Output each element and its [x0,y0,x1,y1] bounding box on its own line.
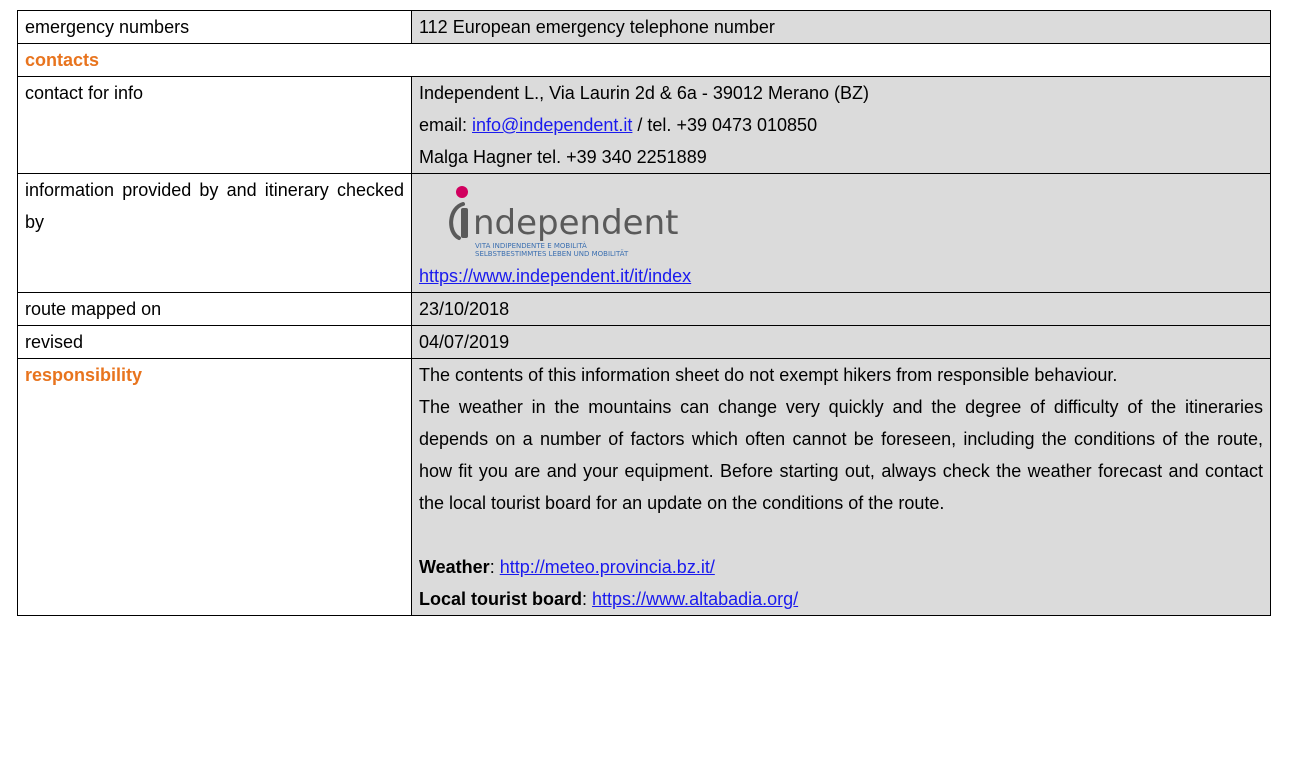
contacts-section-heading: contacts [17,43,1271,77]
contact-info-label: contact for info [17,76,412,174]
responsibility-para-1: The contents of this information sheet d… [419,365,1118,385]
table-row: contacts [17,43,1271,77]
contact-email-line: email: info@independent.it / tel. +39 04… [419,109,1263,141]
table-row: revised 04/07/2019 [17,325,1271,359]
tourist-board-link[interactable]: https://www.altabadia.org/ [592,589,798,609]
contact-address: Independent L., Via Laurin 2d & 6a - 390… [419,83,869,103]
emergency-value: 112 European emergency telephone number [411,10,1271,44]
responsibility-value: The contents of this information sheet d… [411,358,1271,616]
tourist-board-line: Local tourist board: https://www.altabad… [419,583,1263,615]
email-prefix: email: [419,115,473,135]
logo-wordmark: ndependent [473,203,678,243]
table-row: emergency numbers 112 European emergency… [17,10,1271,44]
route-mapped-value: 23/10/2018 [411,292,1271,326]
responsibility-heading: responsibility [17,358,412,616]
emergency-label: emergency numbers [17,10,412,44]
independent-website-link[interactable]: https://www.independent.it/it/index [419,260,1263,292]
weather-label: Weather [419,557,490,577]
contact-malga: Malga Hagner tel. +39 340 2251889 [419,147,707,167]
weather-line: Weather: http://meteo.provincia.bz.it/ [419,551,1263,583]
table-row: contact for info Independent L., Via Lau… [17,76,1271,174]
revised-label: revised [17,325,412,359]
tourist-board-sep: : [582,589,593,609]
table-row: route mapped on 23/10/2018 [17,292,1271,326]
independent-logo: ndependent VITA INDIPENDENTE E MOBILITÀ … [419,175,1263,261]
contact-info-value: Independent L., Via Laurin 2d & 6a - 390… [411,76,1271,174]
email-link[interactable]: info@independent.it [472,115,632,135]
tourist-board-label: Local tourist board [419,589,583,609]
logo-subtitle-de: SELBSTBESTIMMTES LEBEN UND MOBILITÄT [475,249,629,258]
provided-by-label: information provided by and itinerary ch… [17,173,412,293]
contact-tel: / tel. +39 0473 010850 [632,115,818,135]
info-table: emergency numbers 112 European emergency… [17,10,1271,616]
responsibility-para-2: The weather in the mountains can change … [419,397,1263,513]
route-mapped-label: route mapped on [17,292,412,326]
revised-value: 04/07/2019 [411,325,1271,359]
weather-sep: : [489,557,500,577]
provided-by-value: ndependent VITA INDIPENDENTE E MOBILITÀ … [411,173,1271,293]
logo-subtitle-it: VITA INDIPENDENTE E MOBILITÀ [475,241,587,250]
table-row: responsibility The contents of this info… [17,358,1271,616]
independent-logo-image: ndependent VITA INDIPENDENTE E MOBILITÀ … [449,186,678,258]
table-row: information provided by and itinerary ch… [17,173,1271,293]
weather-link[interactable]: http://meteo.provincia.bz.it/ [500,557,715,577]
